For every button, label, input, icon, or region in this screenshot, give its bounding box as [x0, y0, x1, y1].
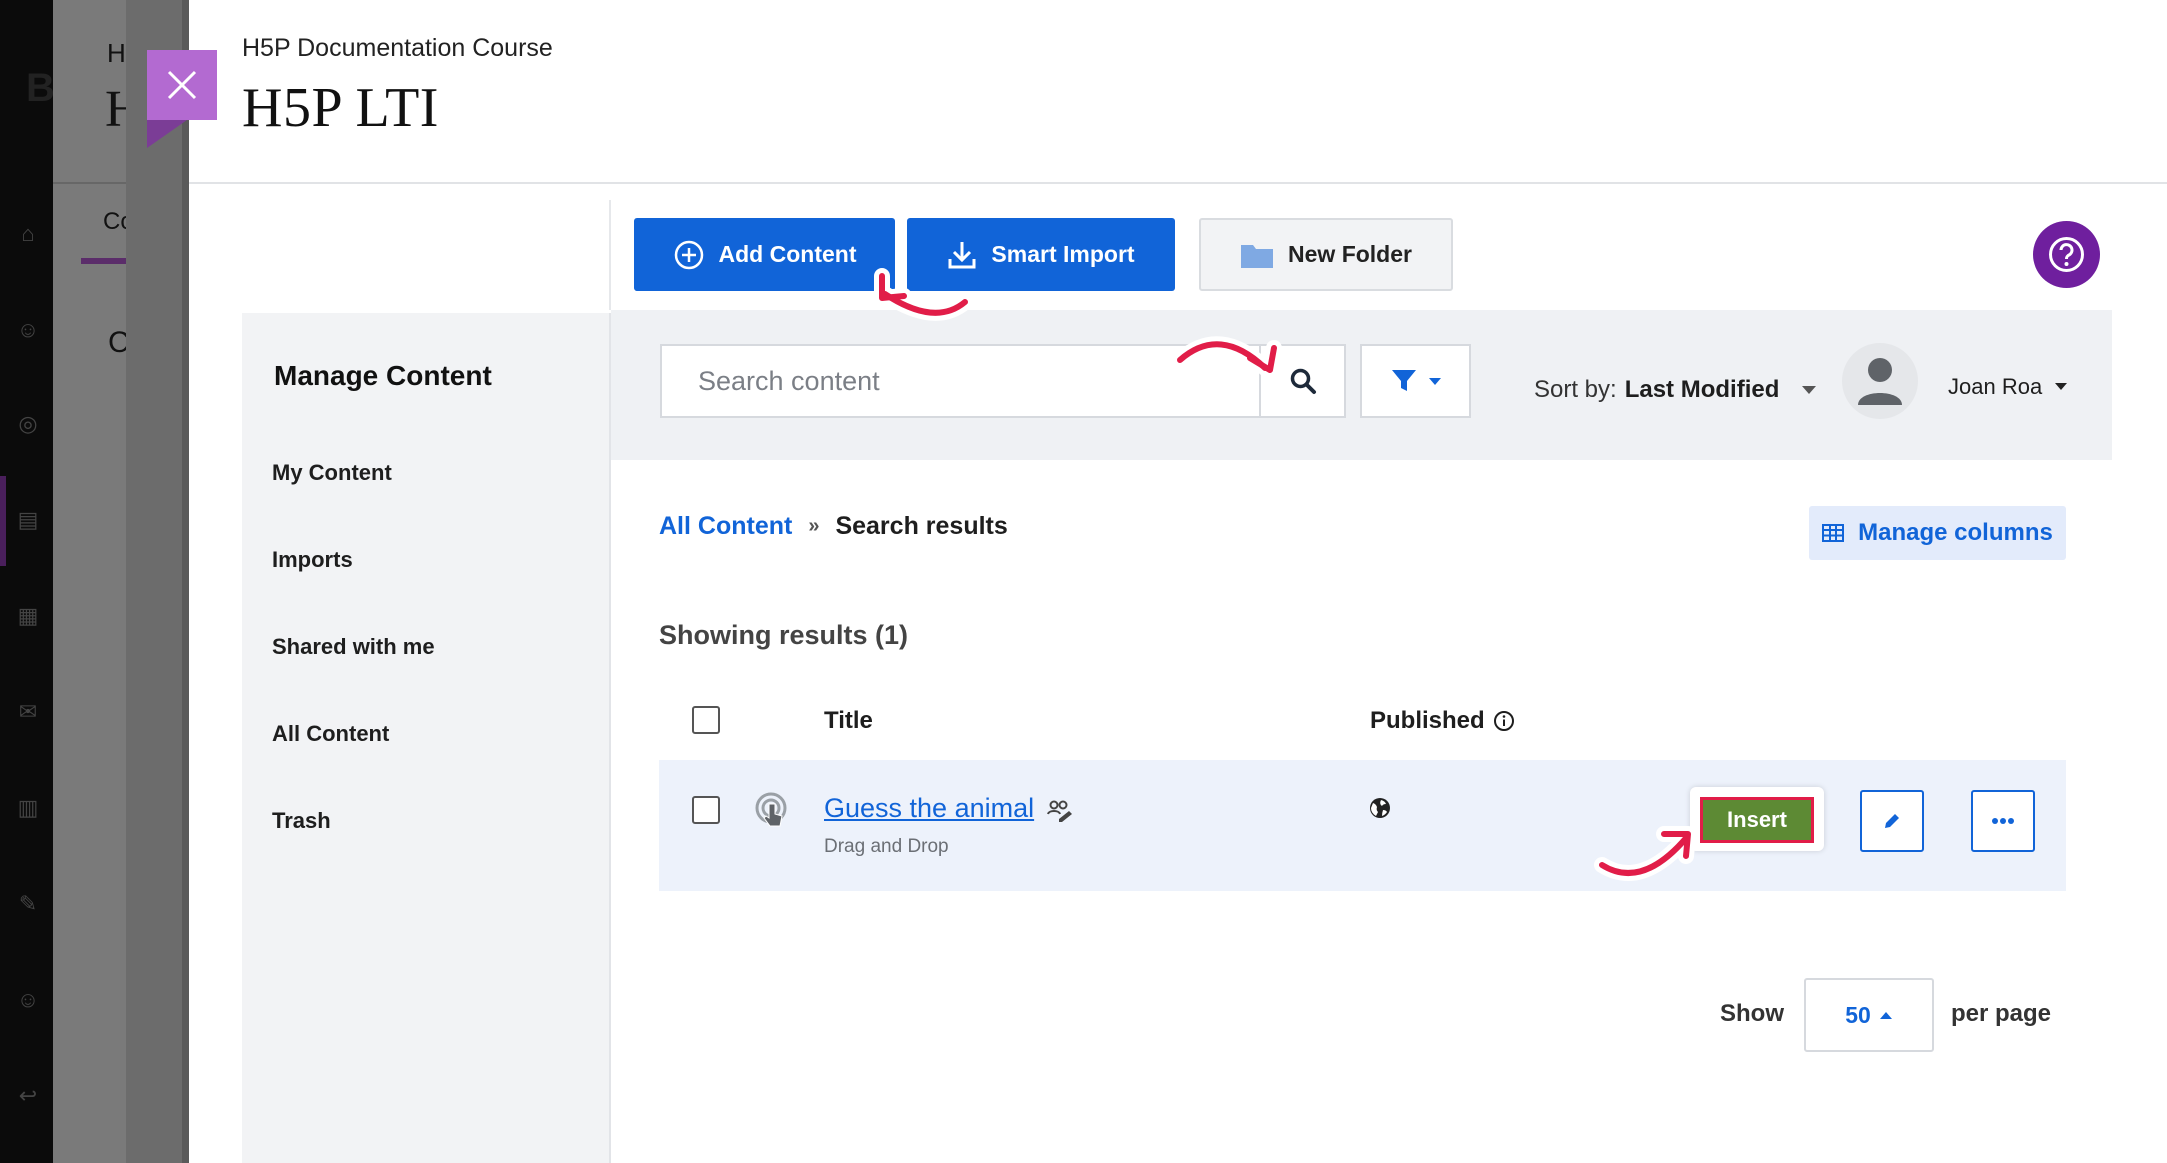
sidebar-item-my-content[interactable]: My Content	[272, 460, 392, 486]
sort-value: Last Modified	[1624, 376, 1780, 403]
tools-icon: ☺	[16, 987, 40, 1012]
insert-button[interactable]: Insert	[1700, 797, 1814, 843]
globe-icon: ◎	[18, 411, 38, 436]
content-type-label: Drag and Drop	[824, 836, 949, 857]
globe-icon	[1370, 798, 1390, 818]
drag-and-drop-type-icon	[755, 792, 787, 827]
pagination-show-label: Show	[1720, 1000, 1784, 1027]
breadcrumb-current: Search results	[835, 512, 1008, 540]
add-content-label: Add Content	[718, 241, 857, 267]
header-divider	[189, 182, 2167, 184]
caret-up-icon	[1879, 1012, 1892, 1019]
course-name: H5P Documentation Course	[242, 34, 553, 62]
messages-icon: ✉	[18, 699, 38, 724]
question-icon	[2049, 237, 2084, 272]
sidebar-item-all-content[interactable]: All Content	[272, 721, 389, 747]
manage-columns-label: Manage columns	[1858, 519, 2053, 546]
info-icon	[1493, 711, 1514, 731]
smart-import-label: Smart Import	[991, 241, 1135, 267]
annotation-arrow-search	[1172, 336, 1282, 378]
caret-down-icon	[2055, 383, 2068, 390]
per-page-value: 50	[1845, 1001, 1871, 1028]
column-published-label: Published	[1370, 707, 1485, 734]
content-title-link[interactable]: Guess the animal	[824, 793, 1034, 824]
ellipsis-icon	[1992, 818, 2014, 824]
help-button[interactable]	[2033, 221, 2100, 288]
search-icon	[1290, 368, 1316, 394]
sidebar-title: Manage Content	[274, 360, 492, 391]
background-tab-underline	[81, 258, 126, 264]
close-button[interactable]	[147, 50, 217, 120]
close-tab-fold	[147, 120, 187, 148]
background-divider	[53, 182, 126, 184]
column-header-published[interactable]: Published	[1370, 707, 1515, 735]
row-checkbox[interactable]	[692, 796, 720, 824]
close-icon	[167, 70, 197, 100]
manage-columns-button[interactable]: Manage columns	[1809, 506, 2066, 560]
sort-dropdown[interactable]: Sort by: Last Modified	[1534, 376, 1817, 404]
add-content-button[interactable]: Add Content	[634, 218, 895, 291]
sidebar-item-shared-with-me[interactable]: Shared with me	[272, 634, 435, 660]
folder-icon	[1241, 244, 1274, 268]
grades-icon: ▥	[17, 795, 39, 820]
background-text-fragment: H	[107, 38, 126, 68]
sidebar-item-trash[interactable]: Trash	[272, 808, 331, 834]
pagination-per-page-label: per page	[1951, 1000, 2052, 1027]
page-title: H5P LTI	[242, 77, 439, 139]
user-avatar-icon	[1858, 358, 1902, 405]
filter-icon	[1391, 370, 1416, 391]
avatar[interactable]	[1842, 343, 1918, 419]
overlay-edge	[182, 0, 189, 1163]
background-content: H H Co C	[53, 0, 143, 1163]
column-header-title[interactable]: Title	[824, 707, 873, 735]
annotation-arrow-insert	[1594, 826, 1696, 881]
plus-circle-icon	[674, 240, 703, 269]
pencil-icon	[1885, 814, 1899, 828]
caret-down-icon	[1428, 378, 1441, 385]
institution-icon: ⌂	[21, 221, 35, 246]
new-folder-button[interactable]: New Folder	[1199, 218, 1453, 291]
courses-icon: ▤	[17, 507, 39, 532]
background-nav-active	[0, 476, 6, 566]
profile-icon: ☺	[16, 317, 40, 342]
breadcrumb: All Content » Search results	[659, 512, 1008, 541]
edit-button[interactable]	[1860, 790, 1924, 852]
user-menu[interactable]: Joan Roa	[1948, 374, 2068, 400]
per-page-select[interactable]: 50	[1804, 978, 1934, 1052]
background-overlay	[126, 0, 189, 1163]
breadcrumb-all-content[interactable]: All Content	[659, 512, 792, 541]
edit-icon: ✎	[18, 891, 38, 916]
results-count: Showing results (1)	[659, 620, 909, 650]
background-logo-fragment: B	[26, 66, 55, 110]
annotation-arrow-add-content	[874, 268, 973, 321]
toolbar-divider	[609, 200, 611, 310]
collaborators-icon	[1047, 800, 1072, 822]
more-options-button[interactable]	[1971, 790, 2035, 852]
column-title-label: Title	[824, 707, 873, 734]
select-all-checkbox[interactable]	[692, 706, 720, 734]
sort-label: Sort by:	[1534, 376, 1617, 403]
background-nav: B ⌂ ☺ ◎ ▤ ▦ ✉ ▥ ✎ ☺ ↩	[0, 0, 55, 1163]
breadcrumb-separator: »	[808, 515, 820, 537]
signout-icon: ↩	[18, 1083, 38, 1108]
sidebar-item-imports[interactable]: Imports	[272, 547, 353, 573]
table-row	[659, 760, 2066, 891]
filter-button[interactable]	[1360, 344, 1471, 418]
table-icon	[1822, 524, 1845, 542]
new-folder-label: New Folder	[1288, 241, 1412, 267]
caret-down-icon	[1802, 386, 1817, 394]
user-name: Joan Roa	[1948, 374, 2043, 399]
calendar-icon: ▦	[17, 603, 39, 628]
